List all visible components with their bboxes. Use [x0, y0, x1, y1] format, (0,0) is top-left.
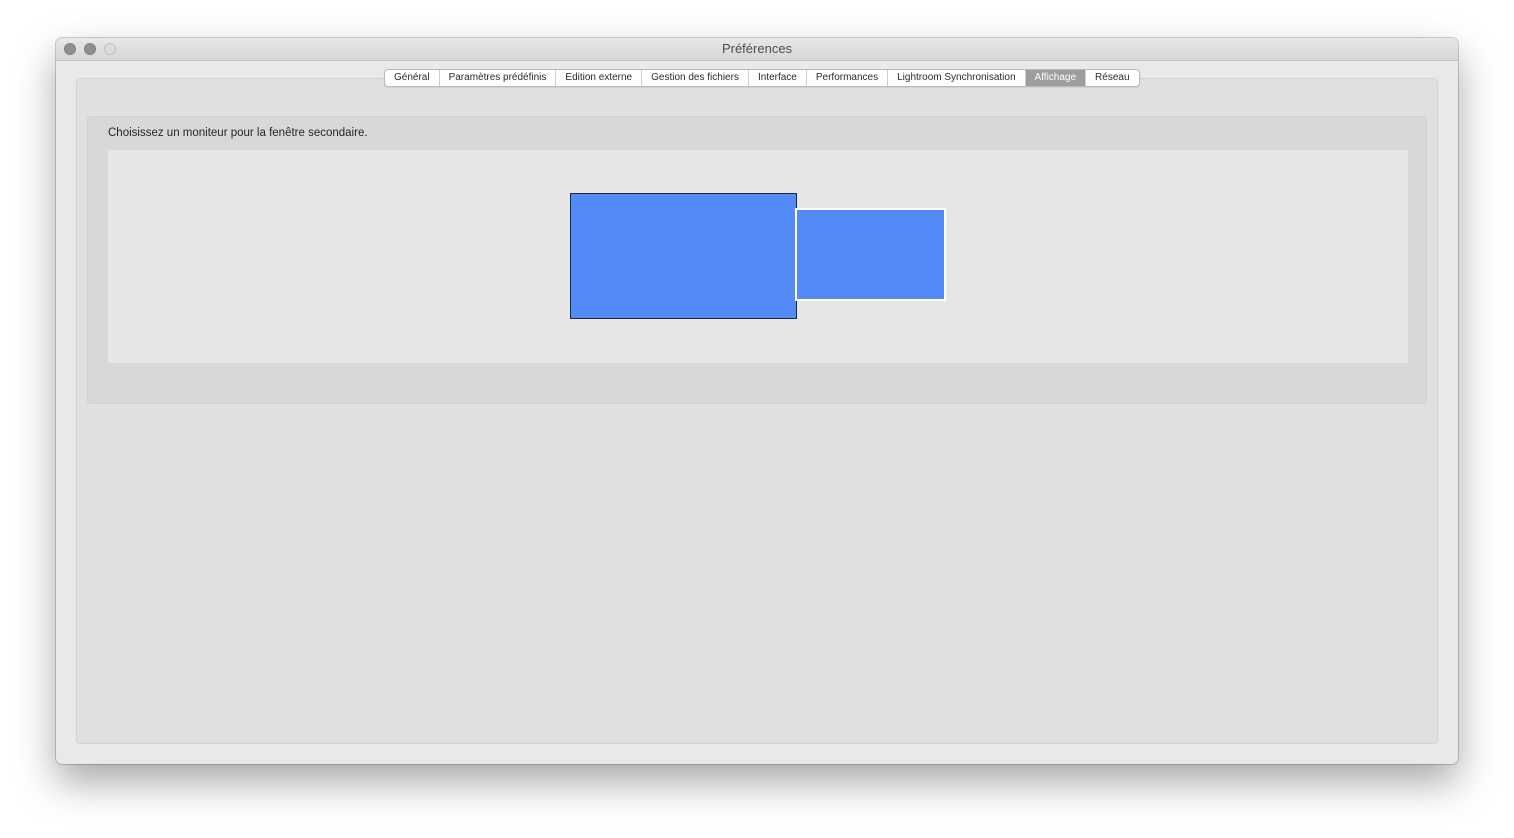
tab-interface[interactable]: Interface: [749, 70, 807, 86]
monitor-arrangement-area: [108, 150, 1408, 363]
tab-performance[interactable]: Performances: [807, 70, 889, 86]
tab-display[interactable]: Affichage: [1025, 70, 1087, 86]
tab-network[interactable]: Réseau: [1086, 70, 1138, 86]
tab-presets[interactable]: Paramètres prédéfinis: [440, 70, 557, 86]
secondary-monitor-selected[interactable]: [795, 208, 946, 301]
primary-monitor[interactable]: [570, 193, 797, 319]
preferences-window: Préférences Choisissez un moniteur pour …: [56, 38, 1458, 764]
window-title: Préférences: [721, 41, 793, 56]
tab-general[interactable]: Général: [385, 70, 440, 86]
tab-file-handling[interactable]: Gestion des fichiers: [642, 70, 749, 86]
display-panel: Choisissez un moniteur pour la fenêtre s…: [87, 116, 1427, 404]
preferences-tab-bar: Général Paramètres prédéfinis Edition ex…: [384, 69, 1140, 87]
monitor-instruction-label: Choisissez un moniteur pour la fenêtre s…: [108, 127, 368, 139]
preferences-content: Choisissez un moniteur pour la fenêtre s…: [76, 78, 1438, 744]
tab-lightroom-sync[interactable]: Lightroom Synchronisation: [888, 70, 1026, 86]
tab-external-editing[interactable]: Edition externe: [556, 70, 643, 86]
title-bar[interactable]: Préférences: [56, 38, 1458, 61]
